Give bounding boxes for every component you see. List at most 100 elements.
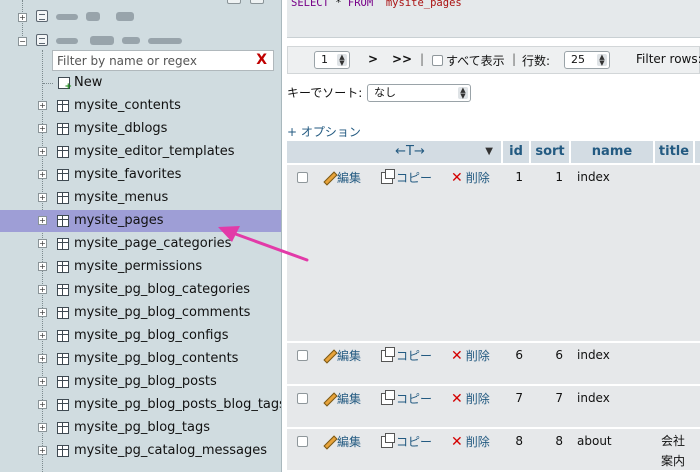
sidebar-table-item[interactable]: + mysite_pg_blog_posts_blog_tags [0,394,281,416]
table-cell-title[interactable] [655,343,697,386]
column-header-more [695,141,700,165]
sidebar-table-item[interactable]: + mysite_menus [0,187,281,209]
table-cell-name[interactable]: about [571,429,657,472]
page-select[interactable]: 1 ▲ ▼ [314,51,350,69]
sidebar-table-label: mysite_editor_templates [74,144,235,159]
copy-row-button[interactable]: コピー [381,390,432,407]
delete-row-button[interactable]: ✕ 削除 [451,169,490,186]
delete-row-button[interactable]: ✕ 削除 [451,390,490,407]
extra-column-cell [695,165,700,343]
sidebar-table-item[interactable]: + mysite_pg_blog_configs [0,325,281,347]
copy-row-button[interactable]: コピー [381,347,432,364]
database-row-expanded[interactable]: − [0,30,281,52]
clear-filter-icon[interactable]: X [256,52,267,68]
table-cell-title[interactable]: 会社 案内 [655,429,697,472]
table-icon [57,330,69,342]
cell-value-sort: 1 [555,170,563,184]
expand-icon[interactable]: + [38,285,47,294]
copy-row-button[interactable]: コピー [381,433,432,450]
filter-rows-label: Filter rows: [636,52,700,66]
row-select-checkbox[interactable] [297,393,308,404]
table-cell-id[interactable]: 7 [503,386,533,429]
rows-select[interactable]: 25 ▲ ▼ [564,51,610,69]
new-table-label: New [74,75,103,90]
expand-icon[interactable]: + [18,13,27,22]
table-cell-id[interactable]: 6 [503,343,533,386]
sidebar-table-item[interactable]: + mysite_pg_blog_contents [0,348,281,370]
table-cell-sort[interactable]: 1 [531,165,573,343]
expand-icon[interactable]: + [38,354,47,363]
edit-row-button[interactable]: 編集 [323,169,361,186]
column-header-id[interactable]: id [503,141,531,165]
column-resize-handle[interactable]: ←T→ [375,141,447,165]
table-cell-name[interactable]: index [571,343,657,386]
expand-icon[interactable]: + [38,446,47,455]
sidebar-table-item[interactable]: + mysite_pg_blog_tags [0,417,281,439]
copy-row-button[interactable]: コピー [381,169,432,186]
table-cell-title[interactable] [655,386,697,429]
table-cell-sort[interactable]: 7 [531,386,573,429]
sidebar-table-item[interactable]: + mysite_page_categories [0,233,281,255]
table-cell-name[interactable]: index [571,165,657,343]
sort-by-key-select[interactable]: なし ▲ ▼ [367,84,471,102]
show-all-label[interactable]: すべて表示 [446,52,505,69]
column-header-sort[interactable]: sort [531,141,571,165]
database-row[interactable]: + [0,6,281,28]
expand-icon[interactable]: + [38,216,47,225]
table-cell-id[interactable]: 1 [503,165,533,343]
sidebar-table-item[interactable]: + mysite_pg_blog_categories [0,279,281,301]
expand-icon[interactable]: + [38,400,47,409]
last-page-button[interactable]: >> [392,52,412,66]
expand-icon[interactable]: + [38,170,47,179]
edit-row-button[interactable]: 編集 [323,433,361,450]
edit-action-cell: 編集 [315,386,379,429]
sidebar-table-item[interactable]: + mysite_dblogs [0,118,281,140]
sidebar-table-item[interactable]: + mysite_contents [0,95,281,117]
expand-icon[interactable]: + [38,308,47,317]
show-all-checkbox[interactable] [432,55,443,66]
next-page-button[interactable]: > [368,52,378,66]
sidebar-table-item[interactable]: + mysite_editor_templates [0,141,281,163]
row-select-checkbox[interactable] [297,436,308,447]
table-cell-title[interactable] [655,165,697,343]
column-header-title[interactable]: title [655,141,695,165]
expand-icon[interactable]: + [38,331,47,340]
edit-row-button[interactable]: 編集 [323,390,361,407]
sidebar-table-item[interactable]: + mysite_permissions [0,256,281,278]
row-select-checkbox[interactable] [297,172,308,183]
table-icon [57,445,69,457]
table-icon [57,261,69,273]
expand-icon[interactable]: + [38,377,47,386]
sidebar-table-item[interactable]: + mysite_pg_blog_posts [0,371,281,393]
header-sort-menu[interactable]: ▼ [445,141,503,165]
edit-row-button[interactable]: 編集 [323,347,361,364]
navigation-panel: + − X New + mysite_contents + mysite_dblogs… [0,0,282,472]
collapse-icon[interactable]: − [18,37,27,46]
link-with-main-icon[interactable] [250,0,264,4]
options-link[interactable]: + オプション [287,123,361,140]
row-select-checkbox[interactable] [297,350,308,361]
delete-row-button[interactable]: ✕ 削除 [451,347,490,364]
expand-icon[interactable]: + [38,124,47,133]
table-cell-id[interactable]: 8 [503,429,533,472]
new-table-item[interactable]: New [0,72,281,94]
expand-icon[interactable]: + [38,239,47,248]
delete-row-button[interactable]: ✕ 削除 [451,433,490,450]
expand-icon[interactable]: + [38,423,47,432]
sidebar-table-label: mysite_menus [74,190,169,205]
column-header-name[interactable]: name [571,141,655,165]
expand-icon[interactable]: + [38,262,47,271]
table-cell-name[interactable]: index [571,386,657,429]
expand-icon[interactable]: + [38,147,47,156]
sidebar-table-item[interactable]: + mysite_pages [0,210,281,232]
sidebar-table-item[interactable]: + mysite_pg_catalog_messages [0,440,281,462]
expand-icon[interactable]: + [38,101,47,110]
sidebar-table-label: mysite_pg_blog_categories [74,282,251,297]
sidebar-table-item[interactable]: + mysite_favorites [0,164,281,186]
table-cell-sort[interactable]: 6 [531,343,573,386]
table-filter-input[interactable] [53,51,243,70]
collapse-all-icon[interactable] [227,0,241,4]
table-cell-sort[interactable]: 8 [531,429,573,472]
sidebar-table-item[interactable]: + mysite_pg_blog_comments [0,302,281,324]
expand-icon[interactable]: + [38,193,47,202]
